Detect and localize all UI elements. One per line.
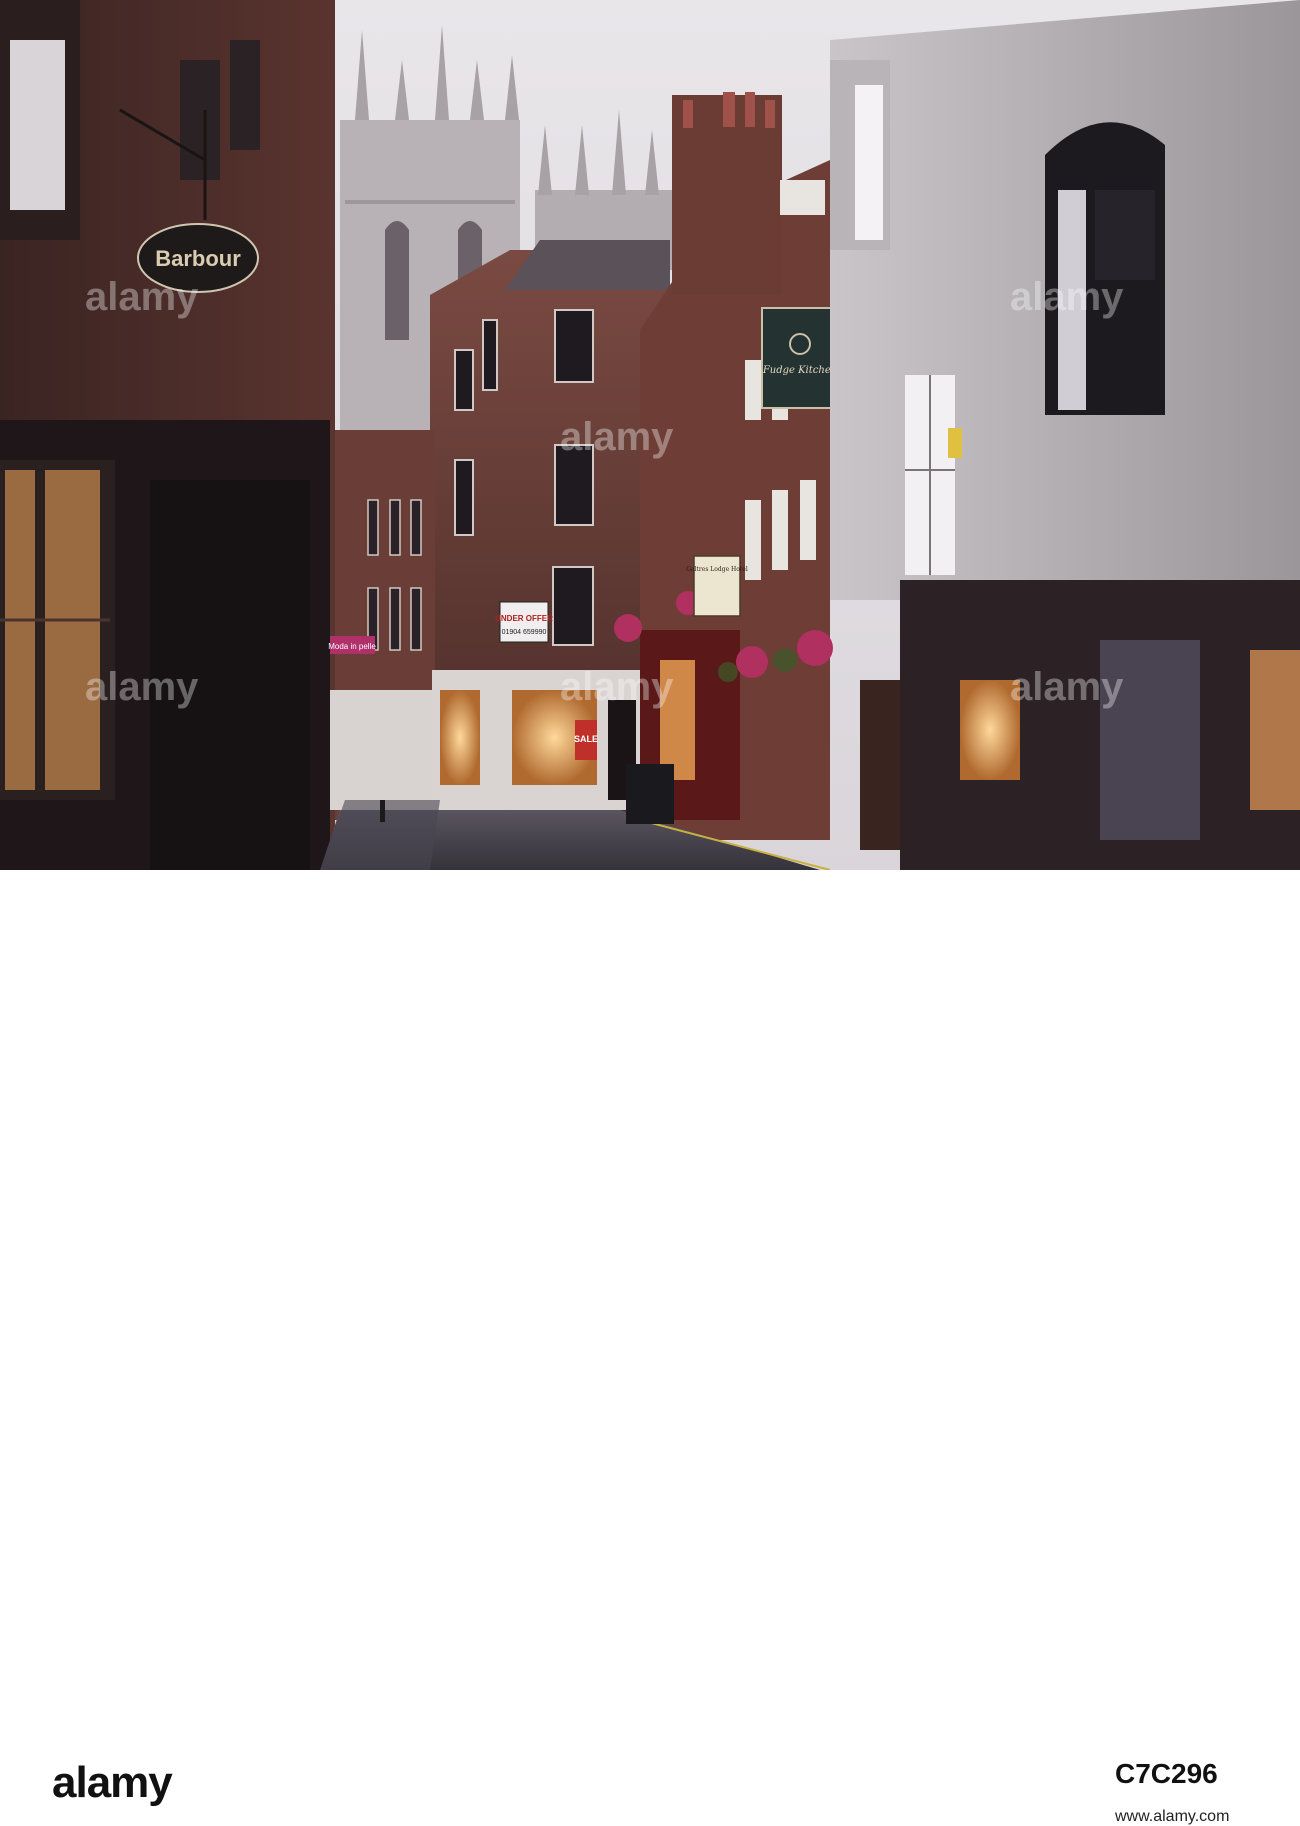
alamy-logo: alamy xyxy=(52,1758,173,1807)
under-offer-sign: UNDER OFFER xyxy=(495,614,553,623)
phone-sign: 01904 659990 xyxy=(502,629,547,636)
watermark-2: alamy xyxy=(560,415,674,459)
sale-sign: SALE xyxy=(574,734,598,744)
footer-bar: alamy C7C296 www.alamy.com xyxy=(0,870,1300,1825)
watermark-6: alamy xyxy=(1010,665,1124,709)
barbour-sign-label: Barbour xyxy=(155,246,241,271)
guest-lodge-sign: Galtres Lodge Hotel xyxy=(686,566,748,573)
watermark-1: alamy xyxy=(85,275,199,319)
image-id: C7C296 xyxy=(1115,1758,1218,1789)
site-url: www.alamy.com xyxy=(1115,1808,1230,1825)
watermark-4: alamy xyxy=(85,665,199,709)
moda-sign: Moda in pelle xyxy=(328,642,376,651)
watermark-3: alamy xyxy=(1010,275,1124,319)
watermark-5: alamy xyxy=(560,665,674,709)
street-photo: Barbour SALE UNDER OFFER 01904 659990 Mo… xyxy=(0,0,1300,870)
fudge-kitchen-sign: Fudge Kitchen xyxy=(762,365,837,376)
